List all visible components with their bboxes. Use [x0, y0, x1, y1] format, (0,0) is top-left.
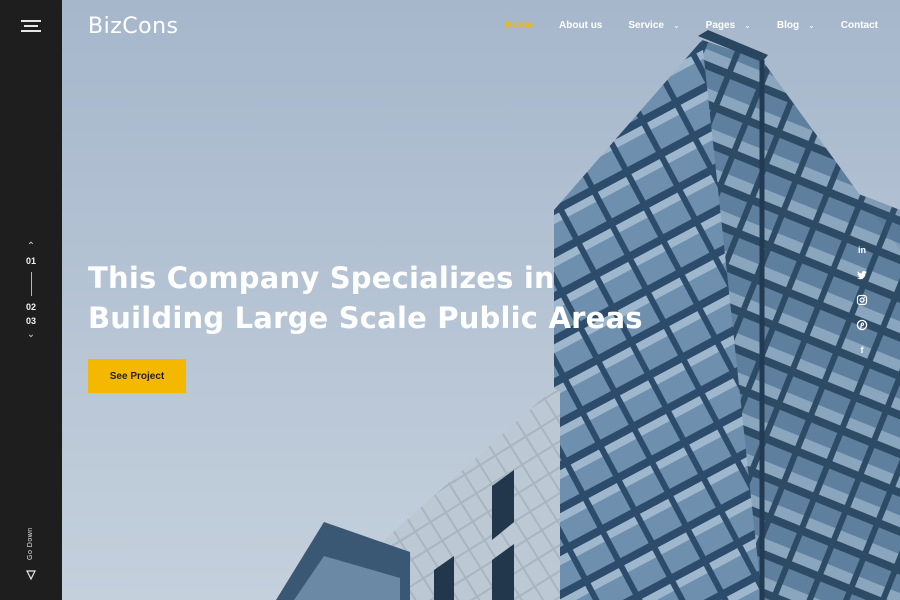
nav-item-label: About us — [559, 20, 603, 31]
nav-item-contact[interactable]: Contact — [841, 20, 878, 31]
slide-number-3[interactable]: 03 — [0, 314, 62, 328]
active-slide-indicator — [30, 272, 32, 296]
nav-item-label: Pages — [705, 20, 736, 31]
left-rail: ⌃ 01 02 03 ⌄ Go Down — [0, 0, 62, 600]
go-down-label: Go Down — [27, 527, 34, 560]
nav-item-label: Service — [628, 20, 664, 31]
nav-item-about[interactable]: About us — [559, 20, 602, 31]
hero-section: BizCons Home About us Service ⌄ Pages ⌄ … — [62, 0, 900, 600]
slider-nav: ⌃ 01 02 03 ⌄ — [0, 240, 62, 342]
triangle-down-icon[interactable] — [26, 570, 36, 580]
nav-item-blog[interactable]: Blog ⌄ — [777, 20, 815, 31]
brand-logo[interactable]: BizCons — [88, 14, 178, 39]
nav-item-pages[interactable]: Pages ⌄ — [706, 20, 751, 31]
instagram-icon[interactable] — [856, 294, 868, 306]
nav-item-service[interactable]: Service ⌄ — [628, 20, 679, 31]
go-down: Go Down — [20, 527, 42, 580]
nav-item-home[interactable]: Home — [505, 20, 533, 31]
main-nav: Home About us Service ⌄ Pages ⌄ Blog ⌄ C… — [479, 20, 878, 31]
chevron-down-icon[interactable]: ⌄ — [0, 328, 62, 342]
hero-headline: This Company Specializes in Building Lar… — [88, 261, 643, 335]
see-project-button[interactable]: See Project — [88, 359, 186, 393]
slide-number-2[interactable]: 02 — [0, 300, 62, 314]
menu-icon[interactable] — [21, 20, 41, 32]
chevron-up-icon[interactable]: ⌃ — [0, 240, 62, 254]
social-links: in f — [856, 244, 868, 369]
nav-item-label: Blog — [776, 20, 800, 31]
pinterest-icon[interactable] — [856, 319, 868, 331]
chevron-down-icon: ⌄ — [672, 21, 680, 30]
chevron-down-icon: ⌄ — [808, 21, 815, 30]
linkedin-icon[interactable]: in — [856, 244, 868, 256]
slide-number-1[interactable]: 01 — [0, 254, 62, 268]
twitter-icon[interactable] — [856, 269, 868, 281]
nav-item-label: Contact — [840, 20, 878, 31]
nav-item-label: Home — [505, 20, 534, 31]
facebook-icon[interactable]: f — [856, 344, 868, 356]
chevron-down-icon: ⌄ — [744, 21, 751, 30]
